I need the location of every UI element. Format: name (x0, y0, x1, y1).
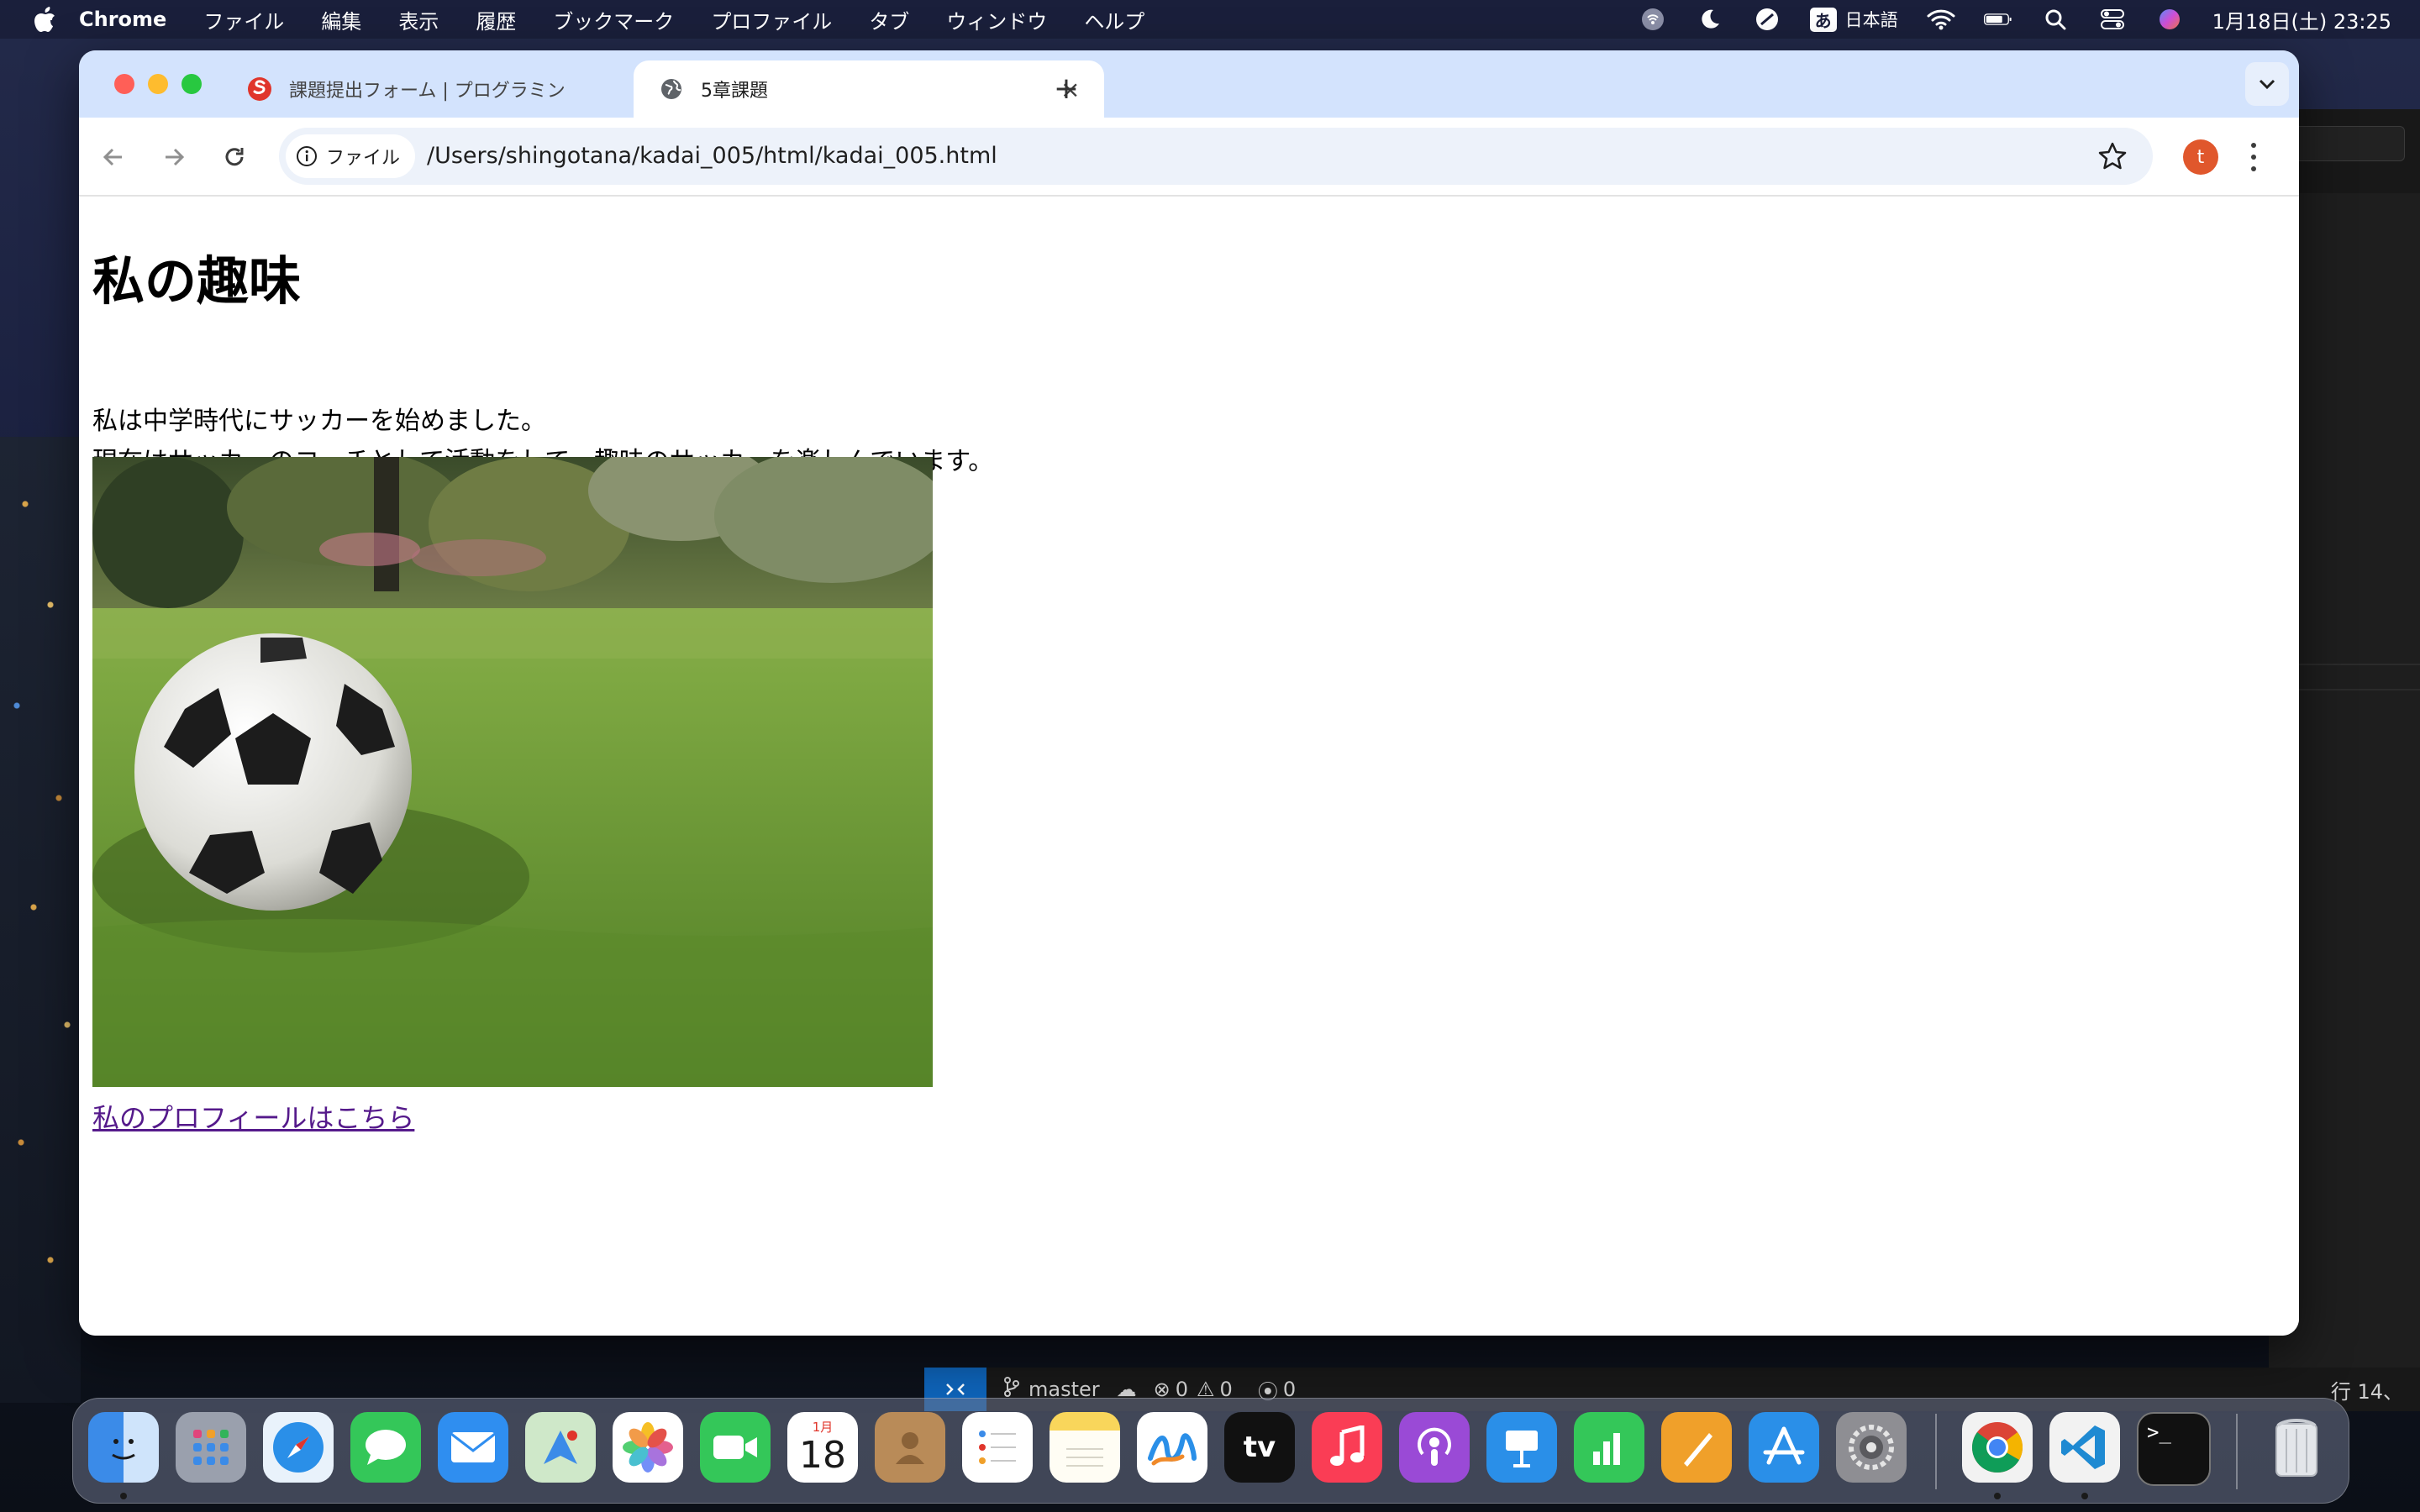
address-bar[interactable]: ファイル /Users/shingotana/kadai_005/html/ka… (279, 128, 2153, 185)
tab-chapter5[interactable]: 5章課題 × (634, 60, 1104, 118)
contacts-icon[interactable] (875, 1412, 945, 1483)
menu-view[interactable]: 表示 (398, 5, 439, 34)
calendar-icon[interactable]: 1月 18 (787, 1412, 858, 1483)
input-language-label[interactable]: 日本語 (1845, 7, 1898, 32)
control-center-icon[interactable] (2098, 7, 2127, 32)
site-info-chip[interactable]: ファイル (286, 134, 416, 178)
menu-profiles[interactable]: プロファイル (711, 5, 832, 34)
tv-label: tv (1243, 1431, 1276, 1464)
browser-toolbar: ファイル /Users/shingotana/kadai_005/html/ka… (79, 118, 2299, 197)
terminal-prompt: >_ (2147, 1420, 2171, 1444)
messages-icon[interactable] (350, 1412, 421, 1483)
tab-title: 5章課題 (701, 81, 768, 102)
music-icon[interactable] (1312, 1412, 1382, 1483)
soccer-ball (134, 633, 412, 911)
minimize-window-button[interactable] (148, 74, 168, 94)
freeform-icon[interactable] (1137, 1412, 1207, 1483)
keynote-icon[interactable] (1486, 1412, 1557, 1483)
calendar-day: 18 (799, 1434, 846, 1477)
editor-search-box[interactable] (2294, 126, 2405, 161)
clock[interactable]: 1月18日(土) 23:25 (2212, 5, 2391, 34)
zoom-window-button[interactable] (182, 74, 202, 94)
close-window-button[interactable] (114, 74, 134, 94)
reload-button[interactable] (213, 136, 255, 178)
menu-tab[interactable]: タブ (869, 5, 909, 34)
facetime-icon[interactable] (700, 1412, 771, 1483)
info-icon (297, 146, 317, 166)
vscode-icon[interactable] (2049, 1412, 2120, 1483)
tab-search-button[interactable] (2245, 62, 2289, 106)
podcasts-icon[interactable] (1399, 1412, 1470, 1483)
arrow-left-icon (103, 148, 122, 166)
input-method-badge[interactable]: あ (1809, 7, 1837, 32)
menu-window[interactable]: ウィンドウ (946, 5, 1047, 34)
finder-icon[interactable] (88, 1412, 159, 1483)
page-content: 私の趣味 私は中学時代にサッカーを始めました。 現在はサッカーのコーチとして活動… (79, 197, 2299, 1336)
tab-title: 課題提出フォーム | プログラミング (289, 81, 566, 102)
menu-bar: Chrome ファイル 編集 表示 履歴 ブックマーク プロファイル タブ ウィ… (0, 0, 2420, 39)
globe-icon (661, 79, 681, 99)
more-menu-icon[interactable] (2245, 139, 2262, 175)
reminders-icon[interactable] (962, 1412, 1033, 1483)
new-tab-button[interactable]: + (1045, 67, 1087, 109)
forward-button[interactable] (153, 136, 195, 178)
accessibility-icon[interactable] (1753, 7, 1781, 32)
safari-icon[interactable] (263, 1412, 334, 1483)
tab-strip: 課題提出フォーム | プログラミング × 5章課題 × + (79, 50, 2299, 118)
battery-icon[interactable] (1983, 7, 2012, 32)
menu-bookmarks[interactable]: ブックマーク (553, 5, 674, 34)
scheme-label: ファイル (326, 148, 401, 169)
photos-icon[interactable] (613, 1412, 683, 1483)
arrow-right-icon (166, 148, 185, 166)
launchpad-icon[interactable] (176, 1412, 246, 1483)
profile-link[interactable]: 私のプロフィールはこちら (92, 1097, 414, 1136)
focus-moon-icon[interactable] (1696, 7, 1724, 32)
calendar-month: 1月 (812, 1420, 834, 1435)
mail-icon[interactable] (438, 1412, 508, 1483)
system-settings-icon[interactable] (1836, 1412, 1907, 1483)
reload-icon (225, 148, 244, 166)
trash-icon[interactable] (2261, 1412, 2332, 1483)
soccer-ball-photo (92, 457, 933, 1087)
chevron-down-icon (2259, 79, 2275, 90)
menu-help[interactable]: ヘルプ (1084, 5, 1144, 34)
profile-initial: t (2196, 146, 2205, 168)
profile-avatar[interactable]: t (2183, 139, 2218, 175)
hotspot-icon[interactable] (1639, 7, 1667, 32)
page-heading: 私の趣味 (92, 250, 302, 312)
cursor-position[interactable]: 行 14、 (2331, 1375, 2403, 1404)
wifi-icon[interactable] (1927, 7, 1955, 32)
terminal-icon[interactable]: >_ (2137, 1412, 2211, 1486)
siri-icon[interactable] (2155, 7, 2184, 32)
paragraph-line: 私は中学時代にサッカーを始めました。 (92, 407, 546, 436)
menu-edit[interactable]: 編集 (321, 5, 361, 34)
apple-tv-icon[interactable]: tv (1224, 1412, 1295, 1483)
menu-app-name[interactable]: Chrome (79, 8, 166, 31)
tab-submission-form[interactable]: 課題提出フォーム | プログラミング × (247, 60, 701, 118)
pages-icon[interactable] (1661, 1412, 1732, 1483)
url-text[interactable]: /Users/shingotana/kadai_005/html/kadai_0… (427, 128, 997, 185)
app-store-icon[interactable] (1749, 1412, 1819, 1483)
numbers-icon[interactable] (1574, 1412, 1644, 1483)
menu-history[interactable]: 履歴 (476, 5, 516, 34)
desktop-wallpaper (0, 437, 81, 1403)
notes-icon[interactable] (1050, 1412, 1120, 1483)
back-button[interactable] (92, 136, 134, 178)
menu-file[interactable]: ファイル (203, 5, 284, 34)
browser-window: 課題提出フォーム | プログラミング × 5章課題 × + (79, 50, 2299, 1336)
samurai-favicon-icon (248, 77, 271, 101)
bookmark-star-icon[interactable] (2097, 141, 2128, 171)
dock: 1月 18 tv >_ (72, 1398, 2349, 1504)
maps-icon[interactable] (525, 1412, 596, 1483)
search-icon[interactable] (2041, 7, 2070, 32)
window-controls (114, 74, 202, 94)
apple-icon[interactable] (34, 6, 57, 33)
chrome-icon[interactable] (1962, 1412, 2033, 1483)
